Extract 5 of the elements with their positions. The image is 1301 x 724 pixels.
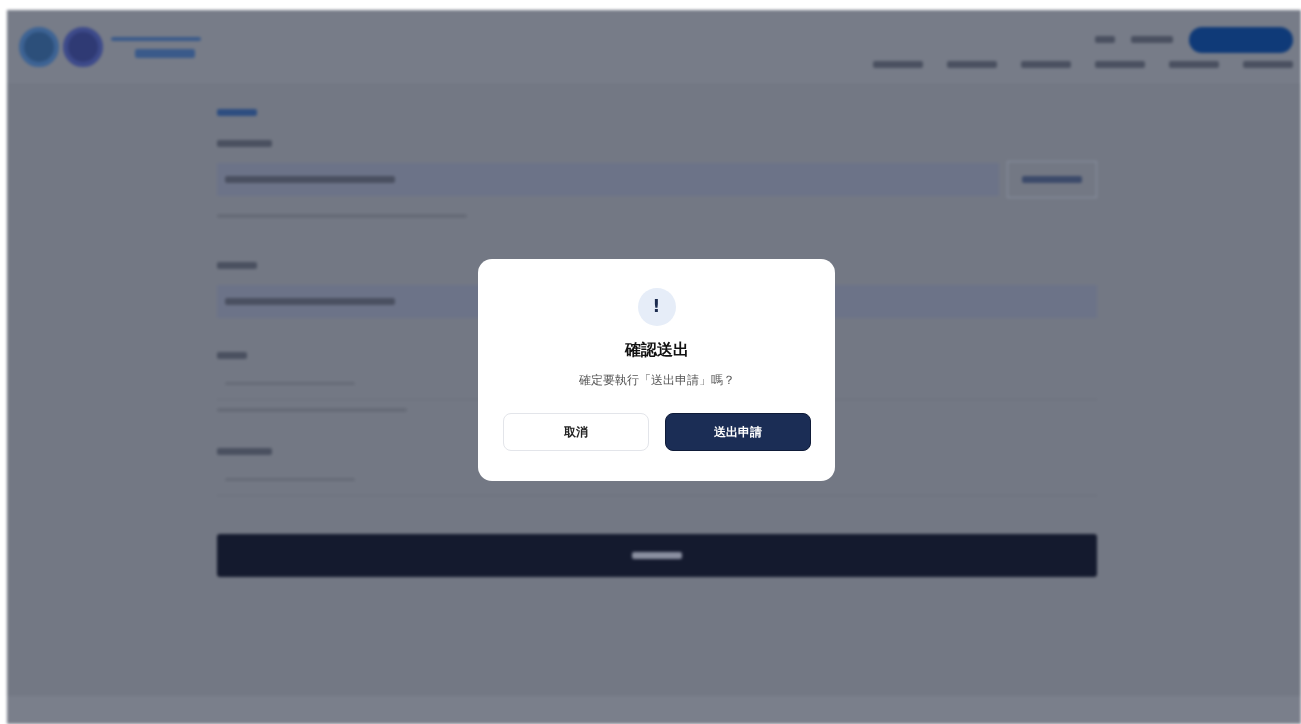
cancel-button[interactable]: 取消 (502, 413, 649, 451)
exclamation-icon: ! (637, 288, 676, 326)
dialog-title: 確認送出 (624, 339, 689, 361)
dialog-message: 確定要執行「送出申請」嗎？ (578, 372, 735, 389)
submit-button[interactable]: 送出申請 (664, 413, 811, 451)
